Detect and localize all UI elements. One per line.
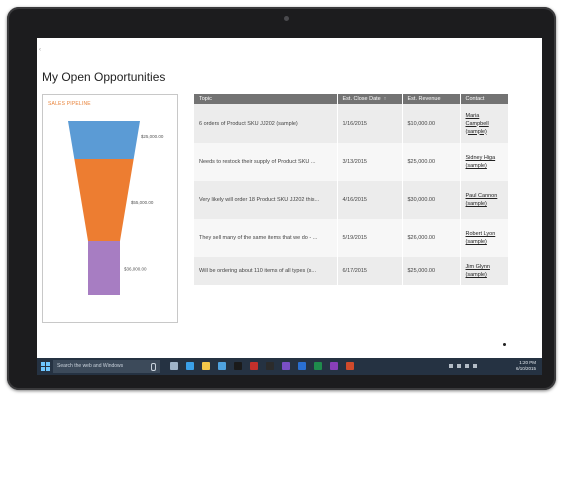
powerpoint-icon[interactable]: [346, 362, 354, 370]
cell-topic: 6 orders of Product SKU JJ202 (sample): [194, 104, 338, 143]
funnel-stage-label-3: $36,000.00: [124, 267, 147, 272]
funnel-stage-3[interactable]: [88, 241, 120, 295]
contact-link[interactable]: Maria Campbell (sample): [466, 112, 503, 136]
contact-name: Maria Campbell: [465, 112, 489, 127]
funnel-stage-1[interactable]: [68, 121, 140, 159]
page-title: My Open Opportunities: [42, 70, 166, 84]
windows-logo-icon: [41, 362, 45, 366]
contact-link[interactable]: Sidney Higa (sample): [466, 154, 503, 170]
microphone-icon[interactable]: [151, 363, 156, 371]
search-placeholder: Search the web and Windows: [57, 363, 124, 369]
contact-suffix: (sample): [465, 128, 487, 135]
cell-contact: Maria Campbell (sample): [460, 104, 509, 143]
table-header-row: Topic Est. Close Date ↑ Est. Revenue Cont…: [194, 94, 509, 104]
column-header-close-date-label: Est. Close Date: [342, 96, 381, 102]
windows-logo-icon: [46, 367, 50, 371]
file-explorer-icon[interactable]: [202, 362, 210, 370]
cell-close-date: 5/19/2015: [337, 219, 403, 257]
sort-ascending-icon: ↑: [383, 96, 387, 102]
cell-contact: Sidney Higa (sample): [460, 143, 509, 181]
sales-pipeline-funnel-chart: $25,000.00 $55,000.00 $36,000.00: [68, 121, 164, 295]
table-row[interactable]: Needs to restock their supply of Product…: [194, 143, 509, 181]
column-header-revenue[interactable]: Est. Revenue: [402, 94, 461, 104]
visual-studio-icon[interactable]: [282, 362, 290, 370]
volume-icon[interactable]: [465, 364, 469, 368]
tray-up-arrow-icon[interactable]: [449, 364, 453, 368]
sales-pipeline-panel: SALES PIPELINE $25,000.00 $55,000.00 $36,0…: [42, 94, 178, 323]
app-terminal-icon[interactable]: [266, 362, 274, 370]
contact-link[interactable]: Paul Cannon (sample): [466, 192, 503, 208]
task-view-icon[interactable]: [170, 362, 178, 370]
clock-date: 6/10/2015: [515, 366, 536, 371]
contact-link[interactable]: Robert Lyon (sample): [466, 230, 503, 246]
app-black-icon[interactable]: [234, 362, 242, 370]
cursor-dot: [503, 343, 506, 346]
network-icon[interactable]: [457, 364, 461, 368]
contact-suffix: (sample): [465, 163, 487, 169]
cell-contact: Paul Cannon (sample): [460, 181, 509, 219]
tablet-device: ‹ My Open Opportunities SALES PIPELINE $…: [7, 7, 556, 390]
contact-name: Sidney Higa: [465, 155, 496, 161]
taskbar-clock[interactable]: 1:20 PM 6/10/2015: [516, 360, 536, 372]
funnel-stage-label-1: $25,000.00: [141, 134, 164, 139]
table-row[interactable]: 6 orders of Product SKU JJ202 (sample) 1…: [194, 104, 509, 143]
column-header-close-date[interactable]: Est. Close Date ↑: [337, 94, 403, 104]
cell-close-date: 6/17/2015: [337, 257, 403, 285]
contact-suffix: (sample): [465, 239, 487, 245]
store-icon[interactable]: [218, 362, 226, 370]
onenote-icon[interactable]: [330, 362, 338, 370]
table-row[interactable]: They sell many of the same items that we…: [194, 219, 509, 257]
camera-icon: [284, 16, 289, 21]
excel-icon[interactable]: [314, 362, 322, 370]
funnel-stage-2[interactable]: [74, 159, 134, 241]
column-header-contact-label: Contact: [465, 96, 485, 102]
contact-suffix: (sample): [465, 201, 487, 207]
column-header-topic[interactable]: Topic: [194, 94, 338, 104]
contact-name: Jim Glynn: [465, 264, 490, 270]
cell-close-date: 4/16/2015: [337, 181, 403, 219]
cell-contact: Jim Glynn (sample): [460, 257, 509, 285]
cell-close-date: 1/16/2015: [337, 104, 403, 143]
column-header-contact[interactable]: Contact: [460, 94, 509, 104]
cell-topic: They sell many of the same items that we…: [194, 219, 338, 257]
contact-name: Robert Lyon: [465, 231, 496, 237]
start-button[interactable]: [41, 362, 50, 371]
table-row[interactable]: Will be ordering about 110 items of all …: [194, 257, 509, 285]
cell-topic: Will be ordering about 110 items of all …: [194, 257, 338, 285]
screen: ‹ My Open Opportunities SALES PIPELINE $…: [37, 38, 542, 375]
cell-revenue: $25,000.00: [402, 257, 461, 285]
table-row[interactable]: Very likely will order 18 Product SKU JJ…: [194, 181, 509, 219]
cell-revenue: $25,000.00: [402, 143, 461, 181]
contact-suffix: (sample): [465, 272, 487, 278]
back-arrow-icon[interactable]: ‹: [39, 47, 41, 53]
contact-name: Paul Cannon: [465, 193, 498, 199]
cell-topic: Needs to restock their supply of Product…: [194, 143, 338, 181]
column-header-topic-label: Topic: [199, 96, 212, 102]
windows-logo-icon: [41, 367, 45, 371]
column-header-revenue-label: Est. Revenue: [407, 96, 441, 102]
opportunities-table: Topic Est. Close Date ↑ Est. Revenue Cont…: [194, 94, 509, 285]
funnel-stage-label-2: $55,000.00: [131, 200, 154, 205]
action-center-icon[interactable]: [473, 364, 477, 368]
cell-close-date: 3/13/2015: [337, 143, 403, 181]
outlook-icon[interactable]: [298, 362, 306, 370]
edge-icon[interactable]: [186, 362, 194, 370]
acrobat-icon[interactable]: [250, 362, 258, 370]
contact-link[interactable]: Jim Glynn (sample): [466, 263, 503, 279]
windows-logo-icon: [46, 362, 50, 366]
cell-contact: Robert Lyon (sample): [460, 219, 509, 257]
cell-revenue: $30,000.00: [402, 181, 461, 219]
taskbar-search-input[interactable]: Search the web and Windows: [53, 360, 160, 373]
cell-topic: Very likely will order 18 Product SKU JJ…: [194, 181, 338, 219]
cell-revenue: $10,000.00: [402, 104, 461, 143]
taskbar: Search the web and Windows 1:20 PM 6/10/…: [37, 358, 542, 375]
cell-revenue: $26,000.00: [402, 219, 461, 257]
